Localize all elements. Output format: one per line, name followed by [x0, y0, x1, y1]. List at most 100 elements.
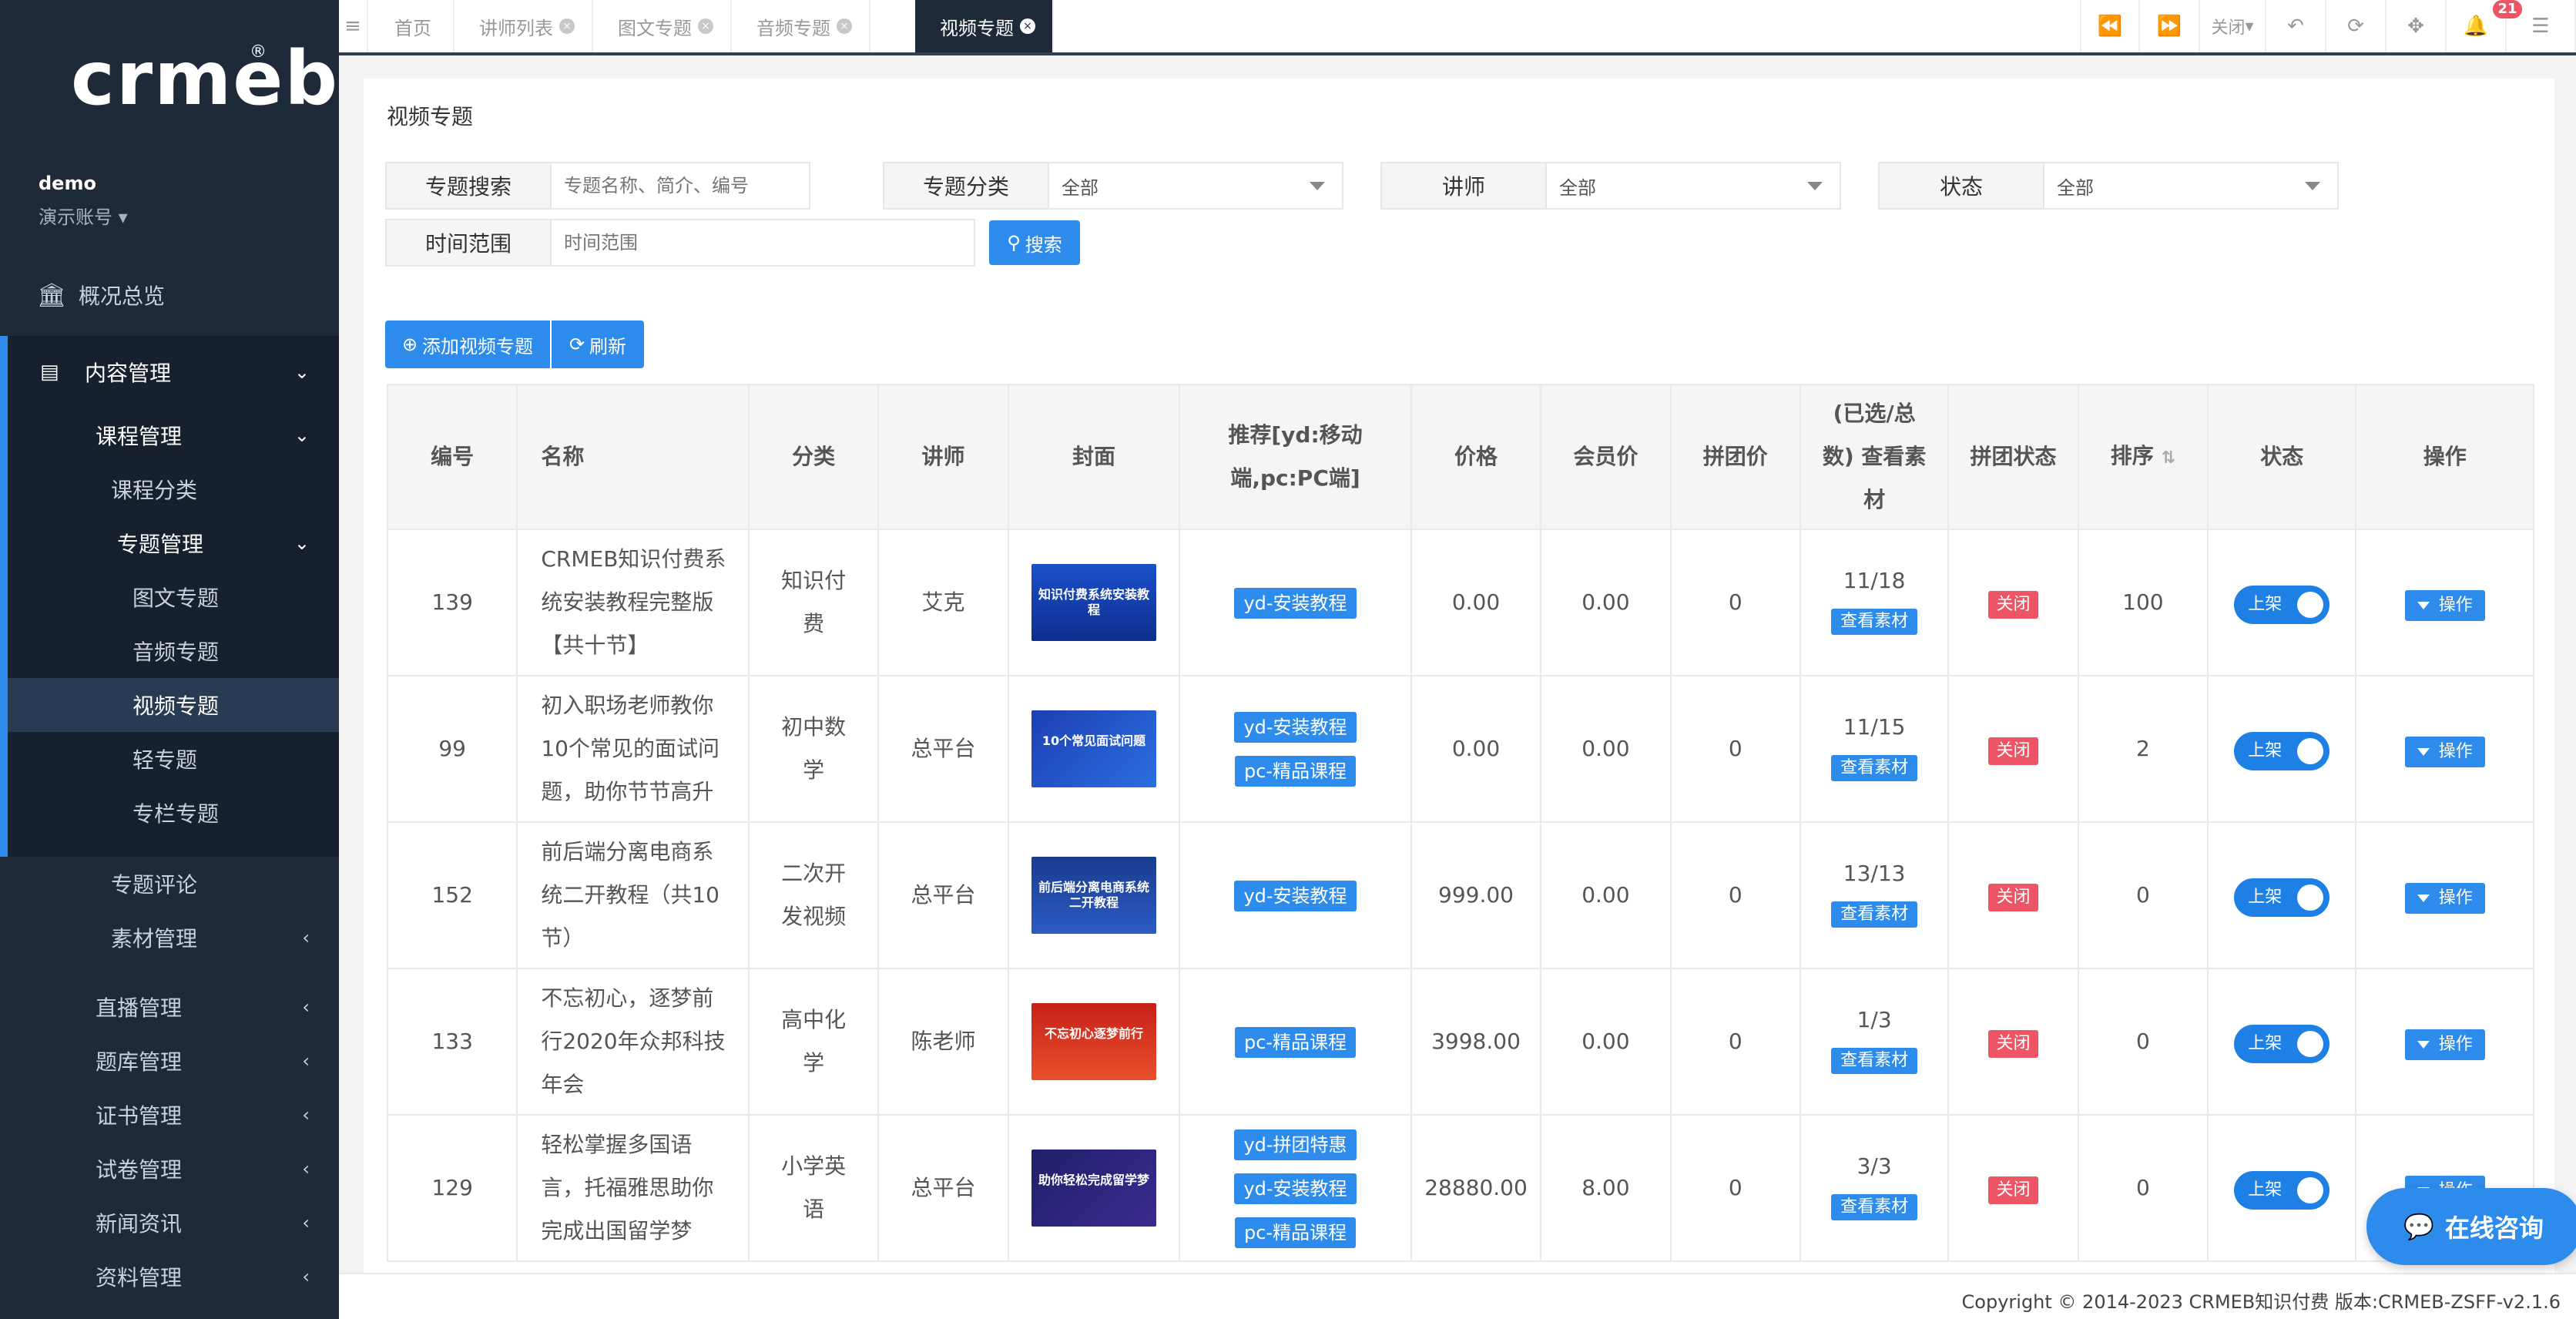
- cell-materials: 1/3 查看素材: [1799, 968, 1950, 1116]
- sidebar-item-exam-papers[interactable]: 试卷管理 ‹: [0, 1142, 339, 1196]
- teacher-select[interactable]: 全部: [1547, 163, 1840, 208]
- operation-dropdown-button[interactable]: 操作: [2404, 590, 2485, 621]
- category-select[interactable]: 全部: [1049, 163, 1342, 208]
- tab-graphic-topic[interactable]: 图文专题 ×: [593, 0, 732, 52]
- cell-teacher: 总平台: [877, 675, 1009, 823]
- col-sort[interactable]: 排序 ⇅: [2077, 384, 2209, 530]
- status-toggle[interactable]: 上架: [2234, 586, 2330, 624]
- back-icon[interactable]: ↶: [2266, 0, 2326, 52]
- video-topic-table: 编号 名称 分类 讲师 封面 推荐[yd:移动端,pc:PC端] 价格 会员价 …: [386, 384, 2534, 1262]
- cell-cover: 10个常见面试问题: [1007, 675, 1181, 823]
- tab-audio-topic[interactable]: 音频专题 ×: [732, 0, 870, 52]
- sidebar-item-resources[interactable]: 资料管理 ‹: [0, 1250, 339, 1304]
- topic-search-input[interactable]: [564, 175, 809, 196]
- sidebar-item-overview[interactable]: 🏛 概况总览: [0, 268, 339, 322]
- plus-circle-icon: ⊕: [401, 334, 418, 355]
- sidebar: crmeb ® demo 演示账号 ▾ 🏛 概况总览 ▤ 内容管理 ⌄ 课程管理 …: [0, 0, 339, 1319]
- close-tabs-dropdown[interactable]: 关闭 ▾: [2200, 0, 2266, 52]
- cover-image[interactable]: 知识付费系统安装教程: [1031, 564, 1156, 641]
- col-teacher: 讲师: [877, 384, 1009, 530]
- cover-image[interactable]: 不忘初心逐梦前行: [1031, 1003, 1156, 1080]
- sidebar-item-audio-topic[interactable]: 音频专题: [0, 624, 339, 678]
- sidebar-item-live[interactable]: 直播管理 ‹: [0, 980, 339, 1034]
- search-button[interactable]: ⚲ 搜索: [989, 220, 1080, 265]
- cover-image[interactable]: 前后端分离电商系统二开教程: [1031, 857, 1156, 934]
- user-role-dropdown[interactable]: 演示账号 ▾: [39, 202, 128, 229]
- caret-down-icon: [2417, 748, 2430, 756]
- view-materials-button[interactable]: 查看素材: [1831, 1048, 1918, 1074]
- cover-image[interactable]: 10个常见面试问题: [1031, 710, 1156, 787]
- fullscreen-icon[interactable]: ✥: [2386, 0, 2447, 52]
- close-icon[interactable]: ×: [1020, 18, 1035, 34]
- bank-icon: 🏛: [37, 281, 67, 309]
- online-consult-button[interactable]: 💬 在线咨询: [2366, 1188, 2576, 1265]
- operation-dropdown-button[interactable]: 操作: [2404, 883, 2485, 914]
- refresh-icon: ⟳: [569, 334, 585, 355]
- add-video-topic-button[interactable]: ⊕ 添加视频专题: [385, 321, 550, 368]
- menu-toggle-icon[interactable]: ≡: [339, 0, 368, 52]
- close-icon[interactable]: ×: [559, 18, 575, 34]
- status-toggle[interactable]: 上架: [2234, 1025, 2330, 1063]
- user-profile[interactable]: demo 演示账号 ▾: [39, 173, 128, 229]
- tab-teacher-list[interactable]: 讲师列表 ×: [454, 0, 593, 52]
- menu-icon[interactable]: ☰: [2507, 0, 2576, 52]
- topic-search-label: 专题搜索: [387, 163, 552, 208]
- cell-vip-price: 0.00: [1540, 821, 1672, 969]
- cell-category: 初中数学: [747, 675, 880, 823]
- cell-name: 轻松掌握多国语言，托福雅思助你完成出国留学梦: [516, 1114, 750, 1262]
- operation-dropdown-button[interactable]: 操作: [2404, 1029, 2485, 1060]
- cell-operation: 操作: [2355, 529, 2534, 676]
- status-toggle[interactable]: 上架: [2234, 732, 2330, 770]
- scroll-right-icon[interactable]: ⏩: [2140, 0, 2200, 52]
- sidebar-item-column-topic[interactable]: 专栏专题: [0, 786, 339, 840]
- close-icon[interactable]: ×: [837, 18, 852, 34]
- user-name: demo: [39, 173, 96, 194]
- view-materials-button[interactable]: 查看素材: [1831, 755, 1918, 781]
- status-toggle[interactable]: 上架: [2234, 878, 2330, 917]
- refresh-icon[interactable]: ⟳: [2326, 0, 2386, 52]
- tab-video-topic[interactable]: 视频专题 ×: [915, 0, 1054, 52]
- cover-caption: 前后端分离电商系统二开教程: [1038, 880, 1149, 910]
- sort-icon[interactable]: ⇅: [2162, 448, 2175, 468]
- close-icon[interactable]: ×: [698, 18, 713, 34]
- crmeb-logo[interactable]: crmeb ®: [71, 40, 337, 117]
- sidebar-item-course[interactable]: 课程管理 ⌄: [0, 408, 339, 462]
- sidebar-item-certificates[interactable]: 证书管理 ‹: [0, 1088, 339, 1142]
- time-range-input[interactable]: [564, 232, 974, 253]
- group-status-badge: 关闭: [1988, 737, 2038, 765]
- table-row: 133 不忘初心，逐梦前行2020年众邦科技年会 高中化学 陈老师 不忘初心逐梦前行 pc…: [386, 968, 2534, 1116]
- content-panel: 视频专题 专题搜索 专题分类 全部 讲师 全部 状态 全部 时间范围 ⚲搜索 ⊕…: [364, 79, 2554, 1280]
- cell-price: 3998.00: [1410, 968, 1542, 1116]
- sidebar-item-topic[interactable]: 专题管理 ⌄: [0, 516, 339, 570]
- sidebar-item-materials[interactable]: 素材管理 ‹: [0, 911, 339, 965]
- sidebar-item-topic-comments[interactable]: 专题评论: [0, 857, 339, 911]
- cell-materials: 13/13 查看素材: [1799, 821, 1950, 969]
- sidebar-item-video-topic[interactable]: 视频专题: [8, 678, 339, 732]
- view-materials-button[interactable]: 查看素材: [1831, 1194, 1918, 1220]
- sidebar-item-course-category[interactable]: 课程分类: [0, 462, 339, 516]
- status-select[interactable]: 全部: [2044, 163, 2337, 208]
- view-materials-button[interactable]: 查看素材: [1831, 609, 1918, 635]
- status-toggle[interactable]: 上架: [2234, 1171, 2330, 1210]
- cover-image[interactable]: 助你轻松完成留学梦: [1031, 1150, 1156, 1227]
- tab-home[interactable]: 首页: [370, 0, 454, 52]
- cell-vip-price: 0.00: [1540, 968, 1672, 1116]
- toggle-knob: [2297, 738, 2324, 764]
- operation-dropdown-button[interactable]: 操作: [2404, 737, 2485, 767]
- scroll-left-icon[interactable]: ⏪: [2080, 0, 2140, 52]
- view-materials-button[interactable]: 查看素材: [1831, 901, 1918, 928]
- toggle-knob: [2297, 884, 2324, 911]
- sidebar-item-question-bank[interactable]: 题库管理 ‹: [0, 1034, 339, 1088]
- refresh-button[interactable]: ⟳ 刷新: [552, 321, 644, 368]
- cell-recommend: yd-安装教程 pc-精品课程: [1179, 675, 1412, 823]
- sidebar-item-light-topic[interactable]: 轻专题: [0, 732, 339, 786]
- cell-group-price: 0: [1669, 968, 1801, 1116]
- chat-icon: 💬: [2403, 1212, 2434, 1241]
- sidebar-item-news[interactable]: 新闻资讯 ‹: [0, 1196, 339, 1250]
- cell-status: 上架: [2207, 529, 2357, 676]
- caret-down-icon: [2305, 182, 2320, 190]
- sidebar-item-content[interactable]: ▤ 内容管理 ⌄: [0, 345, 339, 399]
- toggle-knob: [2297, 1177, 2324, 1203]
- chevron-down-icon: ⌄: [293, 425, 310, 446]
- sidebar-item-graphic-topic[interactable]: 图文专题: [0, 570, 339, 624]
